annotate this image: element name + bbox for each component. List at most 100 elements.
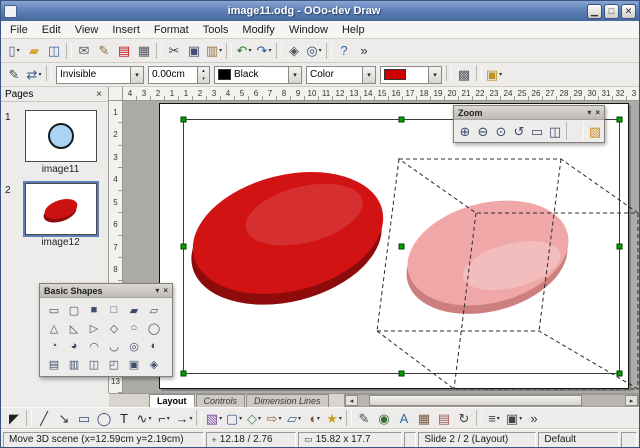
spin-up-icon[interactable]: ▴ <box>198 67 209 75</box>
3d-objects-tool[interactable]: ▧ ▾ <box>204 408 224 428</box>
shape-button[interactable]: □ <box>104 301 124 319</box>
rectangle-tool[interactable]: ▭ ▾ <box>74 408 94 428</box>
callouts-tool[interactable]: ◖ ▾ <box>304 408 324 428</box>
scroll-right-icon[interactable]: ▸ <box>625 395 638 406</box>
palette-menu-icon[interactable]: ▾ <box>155 286 159 295</box>
3d-disc-main[interactable] <box>176 153 399 323</box>
object-zoom-button[interactable]: ▨ <box>586 122 604 140</box>
handle-mid-left[interactable] <box>181 244 186 249</box>
shape-button[interactable]: ◔ <box>44 337 64 355</box>
canvas-area[interactable] <box>123 101 639 393</box>
shape-button[interactable]: ◯ <box>144 319 164 337</box>
line-color-combo[interactable]: Black ▾ <box>214 66 302 84</box>
zoom-page-width-button[interactable]: ◫ <box>546 122 564 140</box>
handle-mid-right[interactable] <box>617 244 622 249</box>
shape-button[interactable]: ◠ <box>84 337 104 355</box>
line-width-spinner[interactable]: 0.00cm ▴ ▾ <box>148 66 210 84</box>
navigator-button[interactable]: ◈ ▾ <box>284 41 304 61</box>
toolbar-overflow-button[interactable]: » ▾ <box>524 408 544 428</box>
shape-button[interactable]: ▱ <box>144 301 164 319</box>
shape-button[interactable]: ◫ <box>84 355 104 373</box>
shape-button[interactable]: ◰ <box>104 355 124 373</box>
menu-file[interactable]: File <box>3 23 35 37</box>
handle-bottom-left[interactable] <box>181 371 186 376</box>
arrow-tool[interactable]: ↘ ▾ <box>54 408 74 428</box>
menu-tools[interactable]: Tools <box>196 23 236 37</box>
page-thumbnail-image[interactable] <box>25 110 97 162</box>
menu-help[interactable]: Help <box>335 23 372 37</box>
spin-down-icon[interactable]: ▾ <box>198 75 209 83</box>
edit-points-button[interactable]: ✎ ▾ <box>4 65 24 85</box>
redo-button[interactable]: ↷ ▾ <box>254 41 274 61</box>
arrange-tool[interactable]: ▣ ▾ <box>504 408 524 428</box>
handle-center[interactable] <box>399 244 404 249</box>
dropdown-icon[interactable]: ▾ <box>288 67 301 83</box>
select-tool[interactable]: ◤ ▾ <box>4 408 24 428</box>
handle-top-right[interactable] <box>617 117 622 122</box>
scroll-left-icon[interactable]: ◂ <box>345 395 358 406</box>
shape-button[interactable]: ◡ <box>104 337 124 355</box>
scrollbar-track[interactable] <box>358 395 625 406</box>
close-icon[interactable]: × <box>94 89 104 100</box>
menu-insert[interactable]: Insert <box>105 23 147 37</box>
minimize-button[interactable]: ▁ <box>587 4 602 19</box>
rotate-tool[interactable]: ↻ ▾ <box>454 408 474 428</box>
maximize-button[interactable]: □ <box>604 4 619 19</box>
handle-top-left[interactable] <box>181 117 186 122</box>
symbol-shapes-tool[interactable]: ◇ ▾ <box>244 408 264 428</box>
gallery-tool[interactable]: ▤ ▾ <box>434 408 454 428</box>
menu-modify[interactable]: Modify <box>235 23 281 37</box>
shape-button[interactable]: ▢ <box>64 301 84 319</box>
shadow-button[interactable]: ▩ ▾ <box>454 65 474 85</box>
tab-controls[interactable]: Controls <box>196 394 246 407</box>
stars-tool[interactable]: ★ ▾ <box>324 408 344 428</box>
menu-edit[interactable]: Edit <box>35 23 68 37</box>
close-icon[interactable]: × <box>595 108 600 117</box>
shape-button[interactable]: ■ <box>84 301 104 319</box>
3d-disc-preview[interactable] <box>393 185 581 330</box>
dropdown-icon[interactable]: ▾ <box>428 67 441 83</box>
text-tool[interactable]: T ▾ <box>114 408 134 428</box>
copy-button[interactable]: ▣ ▾ <box>184 41 204 61</box>
export-pdf-button[interactable]: ▤ ▾ <box>114 41 134 61</box>
zoom-button[interactable]: ◎ ▾ <box>304 41 324 61</box>
handle-bottom-mid[interactable] <box>399 371 404 376</box>
save-button[interactable]: ◫ ▾ <box>44 41 64 61</box>
block-arrows-tool[interactable]: ⇨ ▾ <box>264 408 284 428</box>
tab-layout[interactable]: Layout <box>149 394 195 407</box>
shape-button[interactable]: ▷ <box>84 319 104 337</box>
shape-button[interactable]: ▣ <box>124 355 144 373</box>
toolbar-overflow-button[interactable]: » ▾ <box>354 41 374 61</box>
dropdown-icon[interactable]: ▾ <box>362 67 375 83</box>
scrollbar-thumb[interactable] <box>369 395 583 406</box>
shape-button[interactable]: ◇ <box>104 319 124 337</box>
shape-button[interactable]: ◐ <box>144 337 164 355</box>
shape-button[interactable]: ▭ <box>44 301 64 319</box>
help-button[interactable]: ? ▾ <box>334 41 354 61</box>
zoom-in-button[interactable]: ⊕ <box>456 122 474 140</box>
shape-button[interactable]: ◈ <box>144 355 164 373</box>
fontwork-gallery-tool[interactable]: A ▾ <box>394 408 414 428</box>
zoom-previous-button[interactable]: ↺ <box>510 122 528 140</box>
gluepoints-tool[interactable]: ◉ ▾ <box>374 408 394 428</box>
3d-effects-button[interactable]: ▣ ▾ <box>484 65 504 85</box>
dropdown-icon[interactable]: ▾ <box>130 67 143 83</box>
edit-points-tool[interactable]: ✎ ▾ <box>354 408 374 428</box>
curve-tool[interactable]: ∿ ▾ <box>134 408 154 428</box>
status-page-style[interactable]: Default <box>538 432 619 448</box>
insert-picture-tool[interactable]: ▦ ▾ <box>414 408 434 428</box>
spinner-buttons[interactable]: ▴ ▾ <box>197 67 209 83</box>
horizontal-ruler[interactable]: 4321123456789101112131415161718192021222… <box>123 87 639 101</box>
shape-button[interactable]: ◺ <box>64 319 84 337</box>
edit-file-button[interactable]: ✎ ▾ <box>94 41 114 61</box>
open-button[interactable]: ▰ ▾ <box>24 41 44 61</box>
align-tool[interactable]: ≡ ▾ <box>484 408 504 428</box>
paste-button[interactable]: ▥ ▾ <box>204 41 224 61</box>
close-button[interactable]: ✕ <box>621 4 636 19</box>
menu-view[interactable]: View <box>68 23 106 37</box>
shape-button[interactable]: ◕ <box>64 337 84 355</box>
drawing-canvas-svg[interactable] <box>123 101 639 393</box>
page-thumbnail-2[interactable]: 2 image12 <box>5 183 104 248</box>
email-button[interactable]: ✉ ▾ <box>74 41 94 61</box>
zoom-100-button[interactable]: ⊙ <box>492 122 510 140</box>
